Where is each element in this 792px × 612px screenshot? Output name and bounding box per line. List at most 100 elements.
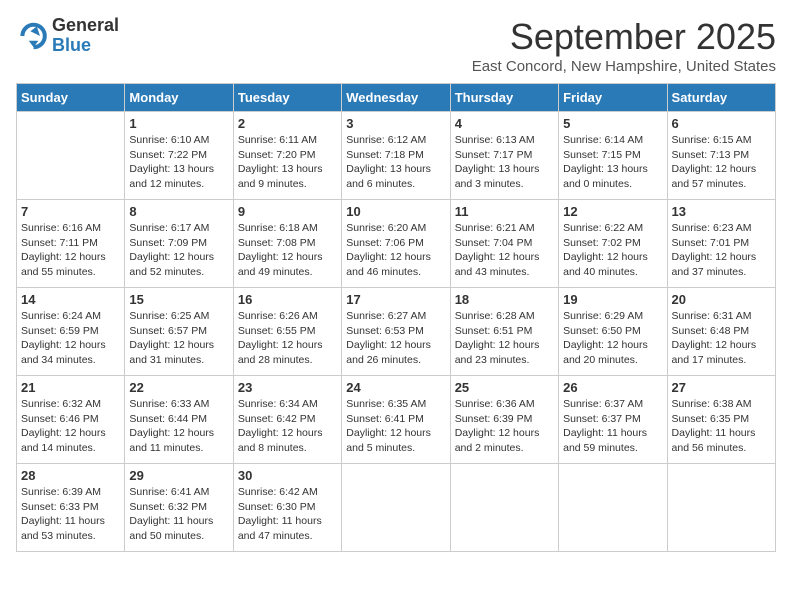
day-cell: 16 Sunrise: 6:26 AM Sunset: 6:55 PM Dayli… — [233, 288, 341, 376]
day-info: Sunrise: 6:23 AM Sunset: 7:01 PM Dayligh… — [672, 221, 771, 280]
day-info: Sunrise: 6:26 AM Sunset: 6:55 PM Dayligh… — [238, 309, 337, 368]
day-number: 29 — [129, 468, 228, 483]
day-cell: 17 Sunrise: 6:27 AM Sunset: 6:53 PM Dayli… — [342, 288, 450, 376]
day-number: 24 — [346, 380, 445, 395]
weekday-header-row: SundayMondayTuesdayWednesdayThursdayFrid… — [17, 84, 776, 112]
day-cell: 2 Sunrise: 6:11 AM Sunset: 7:20 PM Daylig… — [233, 112, 341, 200]
day-number: 1 — [129, 116, 228, 131]
day-info: Sunrise: 6:20 AM Sunset: 7:06 PM Dayligh… — [346, 221, 445, 280]
day-info: Sunrise: 6:14 AM Sunset: 7:15 PM Dayligh… — [563, 133, 662, 192]
week-row-5: 28 Sunrise: 6:39 AM Sunset: 6:33 PM Dayli… — [17, 464, 776, 552]
day-number: 21 — [21, 380, 120, 395]
day-number: 2 — [238, 116, 337, 131]
day-info: Sunrise: 6:38 AM Sunset: 6:35 PM Dayligh… — [672, 397, 771, 456]
day-number: 10 — [346, 204, 445, 219]
day-cell: 6Sunrise: 6:15 AM Sunset: 7:13 PM Daylig… — [667, 112, 775, 200]
day-cell: 14 Sunrise: 6:24 AM Sunset: 6:59 PM Dayli… — [17, 288, 125, 376]
day-number: 14 — [21, 292, 120, 307]
day-cell: 22Sunrise: 6:33 AM Sunset: 6:44 PM Dayli… — [125, 376, 233, 464]
day-cell: 5 Sunrise: 6:14 AM Sunset: 7:15 PM Daylig… — [559, 112, 667, 200]
day-info: Sunrise: 6:29 AM Sunset: 6:50 PM Dayligh… — [563, 309, 662, 368]
day-cell — [559, 464, 667, 552]
day-cell: 28 Sunrise: 6:39 AM Sunset: 6:33 PM Dayli… — [17, 464, 125, 552]
day-cell: 30 Sunrise: 6:42 AM Sunset: 6:30 PM Dayli… — [233, 464, 341, 552]
logo-text: General Blue — [52, 16, 119, 56]
weekday-header-thursday: Thursday — [450, 84, 558, 112]
day-info: Sunrise: 6:13 AM Sunset: 7:17 PM Dayligh… — [455, 133, 554, 192]
day-cell: 1 Sunrise: 6:10 AM Sunset: 7:22 PM Daylig… — [125, 112, 233, 200]
day-info: Sunrise: 6:22 AM Sunset: 7:02 PM Dayligh… — [563, 221, 662, 280]
day-cell: 20 Sunrise: 6:31 AM Sunset: 6:48 PM Dayli… — [667, 288, 775, 376]
week-row-3: 14 Sunrise: 6:24 AM Sunset: 6:59 PM Dayli… — [17, 288, 776, 376]
day-info: Sunrise: 6:39 AM Sunset: 6:33 PM Dayligh… — [21, 485, 120, 544]
day-info: Sunrise: 6:28 AM Sunset: 6:51 PM Dayligh… — [455, 309, 554, 368]
month-year-title: September 2025 — [472, 16, 776, 58]
day-info: Sunrise: 6:25 AM Sunset: 6:57 PM Dayligh… — [129, 309, 228, 368]
day-cell: 18 Sunrise: 6:28 AM Sunset: 6:51 PM Dayli… — [450, 288, 558, 376]
day-number: 28 — [21, 468, 120, 483]
day-number: 17 — [346, 292, 445, 307]
day-info: Sunrise: 6:15 AM Sunset: 7:13 PM Dayligh… — [672, 133, 771, 192]
location-subtitle: East Concord, New Hampshire, United Stat… — [472, 58, 776, 75]
page-header: General Blue September 2025 East Concord… — [16, 16, 776, 75]
day-number: 13 — [672, 204, 771, 219]
weekday-header-saturday: Saturday — [667, 84, 775, 112]
day-number: 16 — [238, 292, 337, 307]
day-info: Sunrise: 6:34 AM Sunset: 6:42 PM Dayligh… — [238, 397, 337, 456]
day-number: 27 — [672, 380, 771, 395]
day-info: Sunrise: 6:10 AM Sunset: 7:22 PM Dayligh… — [129, 133, 228, 192]
day-cell: 11 Sunrise: 6:21 AM Sunset: 7:04 PM Dayli… — [450, 200, 558, 288]
day-cell: 26 Sunrise: 6:37 AM Sunset: 6:37 PM Dayli… — [559, 376, 667, 464]
day-number: 4 — [455, 116, 554, 131]
day-number: 19 — [563, 292, 662, 307]
day-cell: 9Sunrise: 6:18 AM Sunset: 7:08 PM Daylig… — [233, 200, 341, 288]
day-cell — [17, 112, 125, 200]
day-info: Sunrise: 6:37 AM Sunset: 6:37 PM Dayligh… — [563, 397, 662, 456]
week-row-1: 1 Sunrise: 6:10 AM Sunset: 7:22 PM Daylig… — [17, 112, 776, 200]
day-info: Sunrise: 6:35 AM Sunset: 6:41 PM Dayligh… — [346, 397, 445, 456]
day-cell: 8 Sunrise: 6:17 AM Sunset: 7:09 PM Daylig… — [125, 200, 233, 288]
day-info: Sunrise: 6:36 AM Sunset: 6:39 PM Dayligh… — [455, 397, 554, 456]
day-info: Sunrise: 6:42 AM Sunset: 6:30 PM Dayligh… — [238, 485, 337, 544]
day-number: 3 — [346, 116, 445, 131]
logo: General Blue — [16, 16, 119, 56]
day-number: 12 — [563, 204, 662, 219]
day-info: Sunrise: 6:24 AM Sunset: 6:59 PM Dayligh… — [21, 309, 120, 368]
weekday-header-tuesday: Tuesday — [233, 84, 341, 112]
weekday-header-sunday: Sunday — [17, 84, 125, 112]
day-number: 15 — [129, 292, 228, 307]
logo-icon — [16, 20, 48, 52]
day-info: Sunrise: 6:12 AM Sunset: 7:18 PM Dayligh… — [346, 133, 445, 192]
day-cell — [667, 464, 775, 552]
calendar-table: SundayMondayTuesdayWednesdayThursdayFrid… — [16, 83, 776, 552]
day-number: 22 — [129, 380, 228, 395]
day-info: Sunrise: 6:31 AM Sunset: 6:48 PM Dayligh… — [672, 309, 771, 368]
day-number: 7 — [21, 204, 120, 219]
day-cell: 13 Sunrise: 6:23 AM Sunset: 7:01 PM Dayli… — [667, 200, 775, 288]
day-info: Sunrise: 6:17 AM Sunset: 7:09 PM Dayligh… — [129, 221, 228, 280]
day-number: 18 — [455, 292, 554, 307]
day-info: Sunrise: 6:21 AM Sunset: 7:04 PM Dayligh… — [455, 221, 554, 280]
day-number: 20 — [672, 292, 771, 307]
week-row-2: 7Sunrise: 6:16 AM Sunset: 7:11 PM Daylig… — [17, 200, 776, 288]
day-info: Sunrise: 6:27 AM Sunset: 6:53 PM Dayligh… — [346, 309, 445, 368]
day-info: Sunrise: 6:11 AM Sunset: 7:20 PM Dayligh… — [238, 133, 337, 192]
day-cell: 29Sunrise: 6:41 AM Sunset: 6:32 PM Dayli… — [125, 464, 233, 552]
day-number: 5 — [563, 116, 662, 131]
day-cell: 3 Sunrise: 6:12 AM Sunset: 7:18 PM Daylig… — [342, 112, 450, 200]
day-number: 30 — [238, 468, 337, 483]
weekday-header-wednesday: Wednesday — [342, 84, 450, 112]
day-cell: 21 Sunrise: 6:32 AM Sunset: 6:46 PM Dayli… — [17, 376, 125, 464]
day-number: 25 — [455, 380, 554, 395]
day-cell: 10 Sunrise: 6:20 AM Sunset: 7:06 PM Dayli… — [342, 200, 450, 288]
day-number: 11 — [455, 204, 554, 219]
day-number: 8 — [129, 204, 228, 219]
day-info: Sunrise: 6:32 AM Sunset: 6:46 PM Dayligh… — [21, 397, 120, 456]
day-cell: 27 Sunrise: 6:38 AM Sunset: 6:35 PM Dayli… — [667, 376, 775, 464]
day-info: Sunrise: 6:18 AM Sunset: 7:08 PM Dayligh… — [238, 221, 337, 280]
week-row-4: 21 Sunrise: 6:32 AM Sunset: 6:46 PM Dayli… — [17, 376, 776, 464]
day-number: 26 — [563, 380, 662, 395]
day-cell: 4 Sunrise: 6:13 AM Sunset: 7:17 PM Daylig… — [450, 112, 558, 200]
day-cell: 24 Sunrise: 6:35 AM Sunset: 6:41 PM Dayli… — [342, 376, 450, 464]
title-section: September 2025 East Concord, New Hampshi… — [472, 16, 776, 75]
